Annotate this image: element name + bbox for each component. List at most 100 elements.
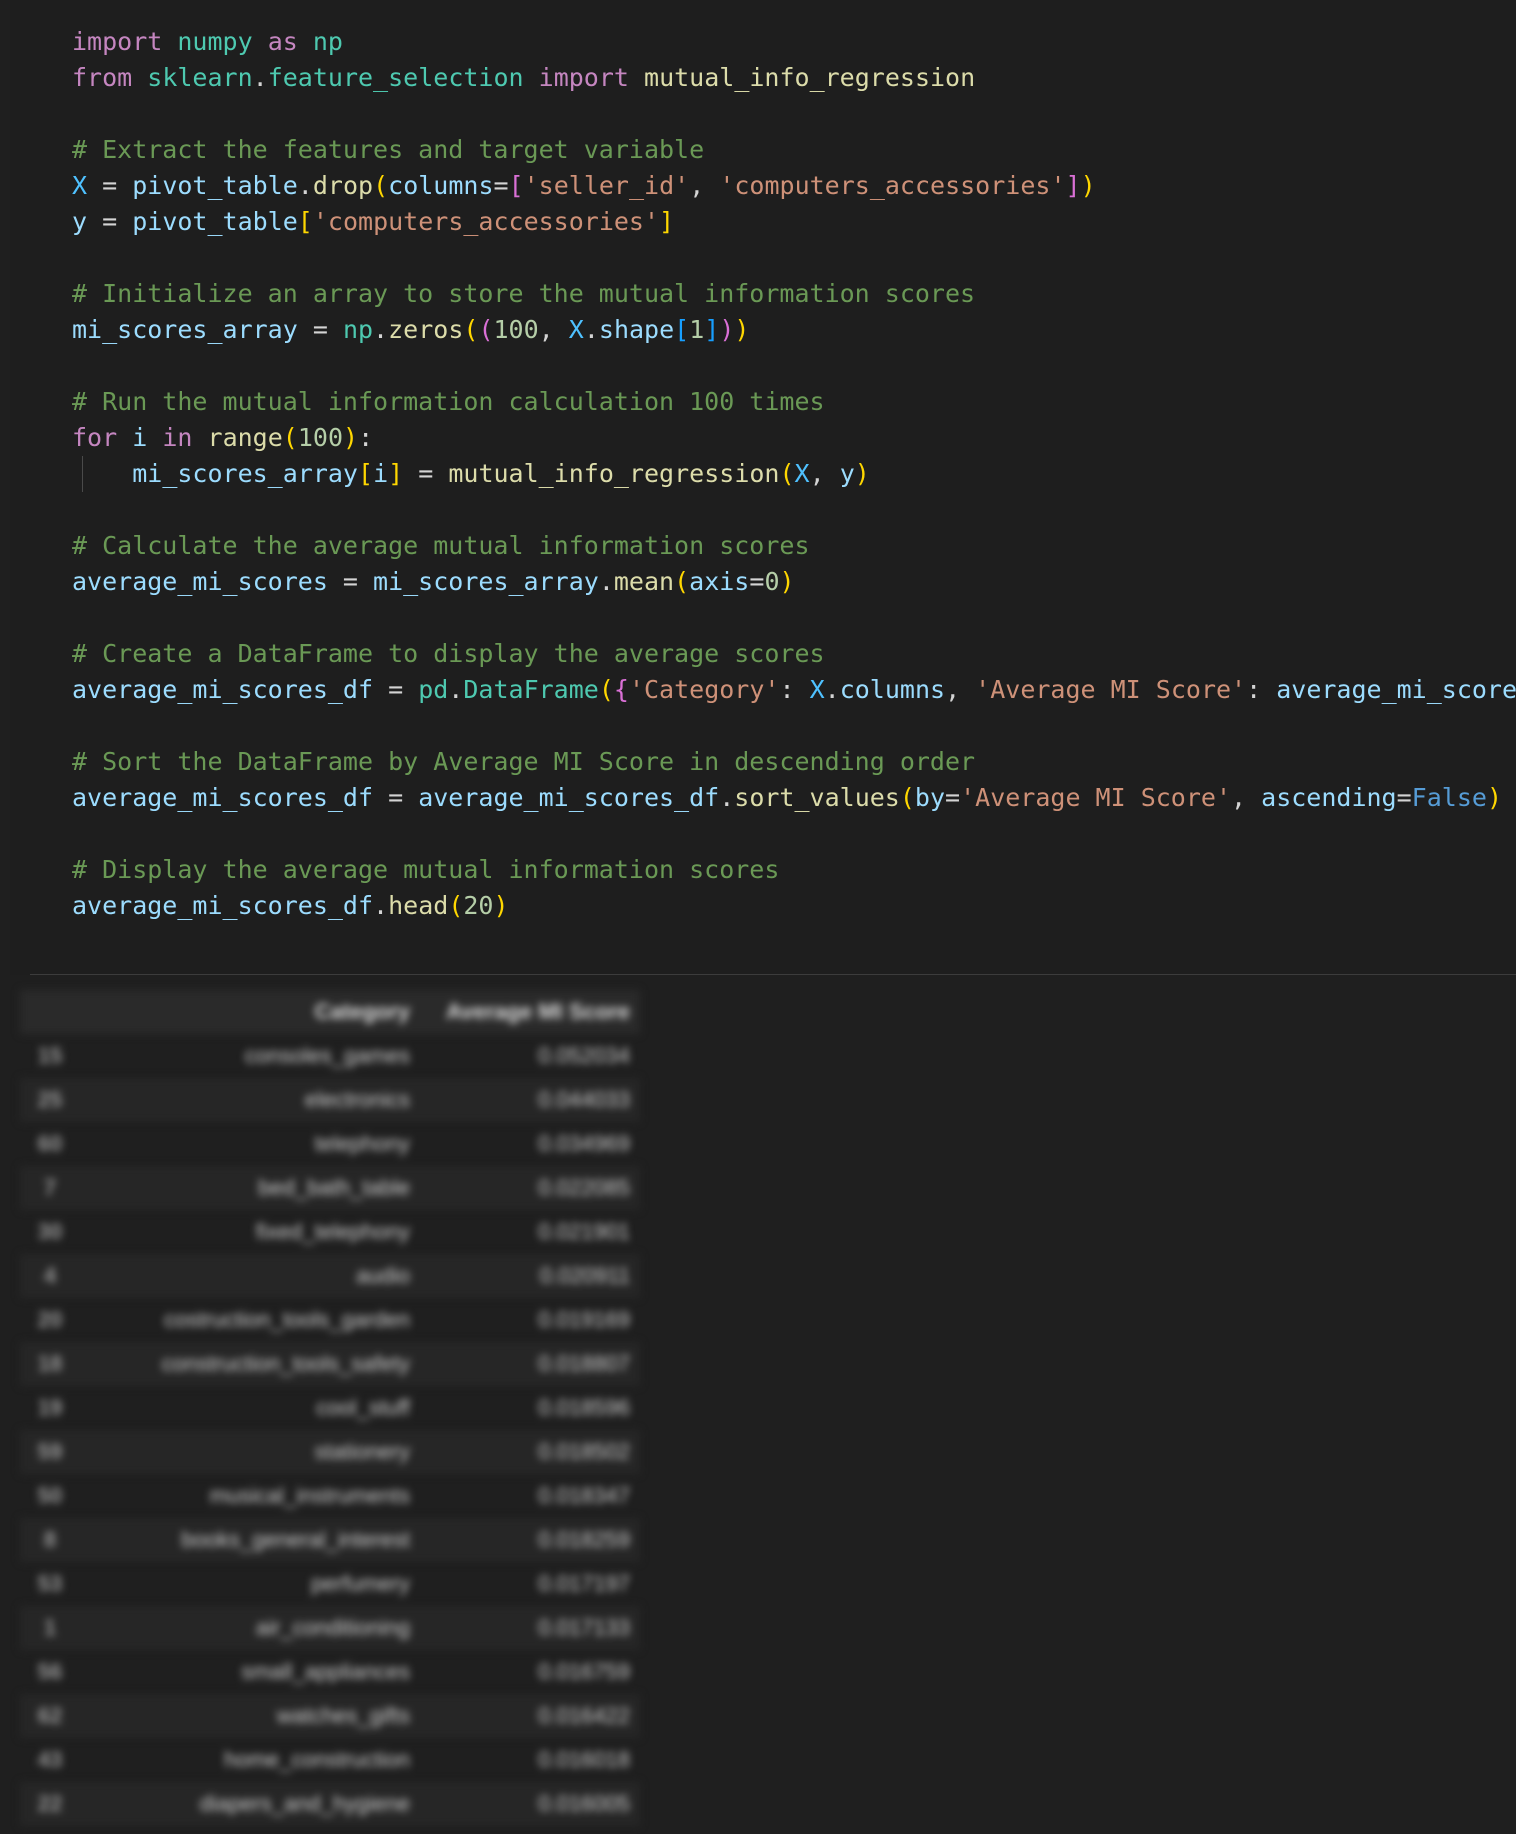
code-line[interactable]: mi_scores_array = np.zeros((100, X.shape… — [72, 312, 1516, 348]
code-token: : — [1246, 675, 1277, 704]
code-line[interactable]: average_mi_scores_df.head(20) — [72, 888, 1516, 924]
cell-output-divider — [30, 974, 1516, 975]
table-row: 7 bed_bath_table 0.022085 — [20, 1166, 640, 1210]
code-token: . — [719, 783, 735, 812]
code-line[interactable]: average_mi_scores_df = average_mi_scores… — [72, 780, 1516, 816]
code-token: = — [327, 567, 374, 596]
code-token: = — [945, 783, 961, 812]
code-line[interactable]: # Extract the features and target variab… — [72, 132, 1516, 168]
table-row: 43 home_construction 0.016018 — [20, 1738, 640, 1782]
code-line[interactable]: # Initialize an array to store the mutua… — [72, 276, 1516, 312]
code-token: columns — [388, 171, 494, 200]
code-line[interactable] — [72, 708, 1516, 744]
code-token: DataFrame — [463, 675, 599, 704]
row-index: 30 — [37, 1219, 63, 1244]
code-token: import — [72, 27, 163, 56]
score-cell: 0.018596 — [538, 1395, 630, 1420]
code-line[interactable]: # Run the mutual information calculation… — [72, 384, 1516, 420]
table-row: 62 watches_gifts 0.016422 — [20, 1694, 640, 1738]
code-token: as — [267, 27, 298, 56]
code-token: . — [824, 675, 840, 704]
code-line[interactable] — [72, 816, 1516, 852]
code-token: ascending — [1261, 783, 1397, 812]
code-token: = — [373, 783, 419, 812]
code-token: ) — [343, 423, 359, 452]
code-token: ( — [899, 783, 915, 812]
category-cell: diapers_and_hygiene — [80, 1782, 420, 1826]
code-token: average_mi_scores_df — [72, 783, 374, 812]
code-line[interactable]: mi_scores_array[i] = mutual_info_regress… — [72, 456, 1516, 492]
code-token: y — [72, 207, 88, 236]
code-token: = — [493, 171, 509, 200]
table-row: 30 fixed_telephony 0.021901 — [20, 1210, 640, 1254]
code-token: 'Average MI Score' — [975, 675, 1247, 704]
code-token: average_mi_scores_df — [72, 891, 374, 920]
code-token: 20 — [463, 891, 494, 920]
code-line[interactable]: average_mi_scores = mi_scores_array.mean… — [72, 564, 1516, 600]
table-row: 15 consoles_games 0.052034 — [20, 1034, 640, 1078]
code-token: numpy — [177, 27, 253, 56]
code-line[interactable]: average_mi_scores_df = pd.DataFrame({'Ca… — [72, 672, 1516, 708]
average-mi-score-column-header: Average MI Score — [420, 990, 640, 1034]
code-line[interactable]: # Display the average mutual information… — [72, 852, 1516, 888]
code-token: 'computers_accessories' — [312, 207, 660, 236]
row-index: 62 — [20, 1694, 80, 1738]
row-index: 25 — [20, 1078, 80, 1122]
table-row: 1 air_conditioning 0.017133 — [20, 1606, 640, 1650]
code-line[interactable]: import numpy as np — [72, 24, 1516, 60]
row-index: 8 — [20, 1518, 80, 1562]
code-line[interactable]: # Create a DataFrame to display the aver… — [72, 636, 1516, 672]
code-token: mi_scores_array — [132, 459, 358, 488]
code-token: pd — [418, 675, 449, 704]
code-token: ( — [478, 315, 494, 344]
code-token: average_mi_scores — [1276, 675, 1516, 704]
category-cell: consoles_games — [244, 1043, 410, 1068]
table-row: 4 audio 0.020911 — [20, 1254, 640, 1298]
code-line[interactable] — [72, 348, 1516, 384]
code-line[interactable] — [72, 600, 1516, 636]
code-line[interactable]: y = pivot_table['computers_accessories'] — [72, 204, 1516, 240]
code-token: # Sort the DataFrame by Average MI Score… — [72, 747, 976, 776]
code-token: mi_scores_array — [373, 567, 599, 596]
code-token: = — [87, 171, 133, 200]
row-index: 20 — [37, 1307, 63, 1332]
code-token: ( — [448, 891, 464, 920]
category-cell: perfumery — [310, 1571, 410, 1596]
score-cell: 0.020911 — [420, 1254, 640, 1298]
category-cell: telephony — [314, 1131, 410, 1156]
code-token: 0 — [764, 567, 780, 596]
code-token: mutual_info_regression — [448, 459, 780, 488]
code-editor[interactable]: import numpy as np from sklearn.feature_s… — [72, 24, 1516, 924]
code-token: # Run the mutual information calculation… — [72, 387, 825, 416]
code-line[interactable]: # Calculate the average mutual informati… — [72, 528, 1516, 564]
code-token: mutual_info_regression — [644, 63, 976, 92]
code-line[interactable]: from sklearn.feature_selection import mu… — [72, 60, 1516, 96]
code-token: i — [373, 459, 389, 488]
score-cell: 0.034969 — [538, 1131, 630, 1156]
code-token: . — [373, 315, 389, 344]
code-line[interactable] — [72, 492, 1516, 528]
code-cell[interactable]: import numpy as np from sklearn.feature_s… — [10, 0, 1516, 975]
code-line[interactable] — [72, 240, 1516, 276]
code-token: sort_values — [734, 783, 900, 812]
code-token: ) — [1486, 783, 1502, 812]
category-cell: small_appliances — [241, 1659, 410, 1684]
code-token: # Create a DataFrame to display the aver… — [72, 639, 825, 668]
category-column-header: Category — [80, 990, 420, 1034]
row-index: 7 — [20, 1166, 80, 1210]
code-line[interactable]: # Sort the DataFrame by Average MI Score… — [72, 744, 1516, 780]
code-line[interactable] — [72, 96, 1516, 132]
code-token: for — [72, 423, 118, 452]
code-line[interactable]: X = pivot_table.drop(columns=['seller_id… — [72, 168, 1516, 204]
code-token: ( — [463, 315, 479, 344]
code-token: zeros — [388, 315, 464, 344]
code-token: 100 — [297, 423, 343, 452]
code-token: ) — [734, 315, 750, 344]
code-token: # Display the average mutual information… — [72, 855, 780, 884]
code-token: = — [87, 207, 133, 236]
code-token: : — [358, 423, 374, 452]
code-line[interactable]: for i in range(100): — [72, 420, 1516, 456]
code-token: in — [162, 423, 193, 452]
